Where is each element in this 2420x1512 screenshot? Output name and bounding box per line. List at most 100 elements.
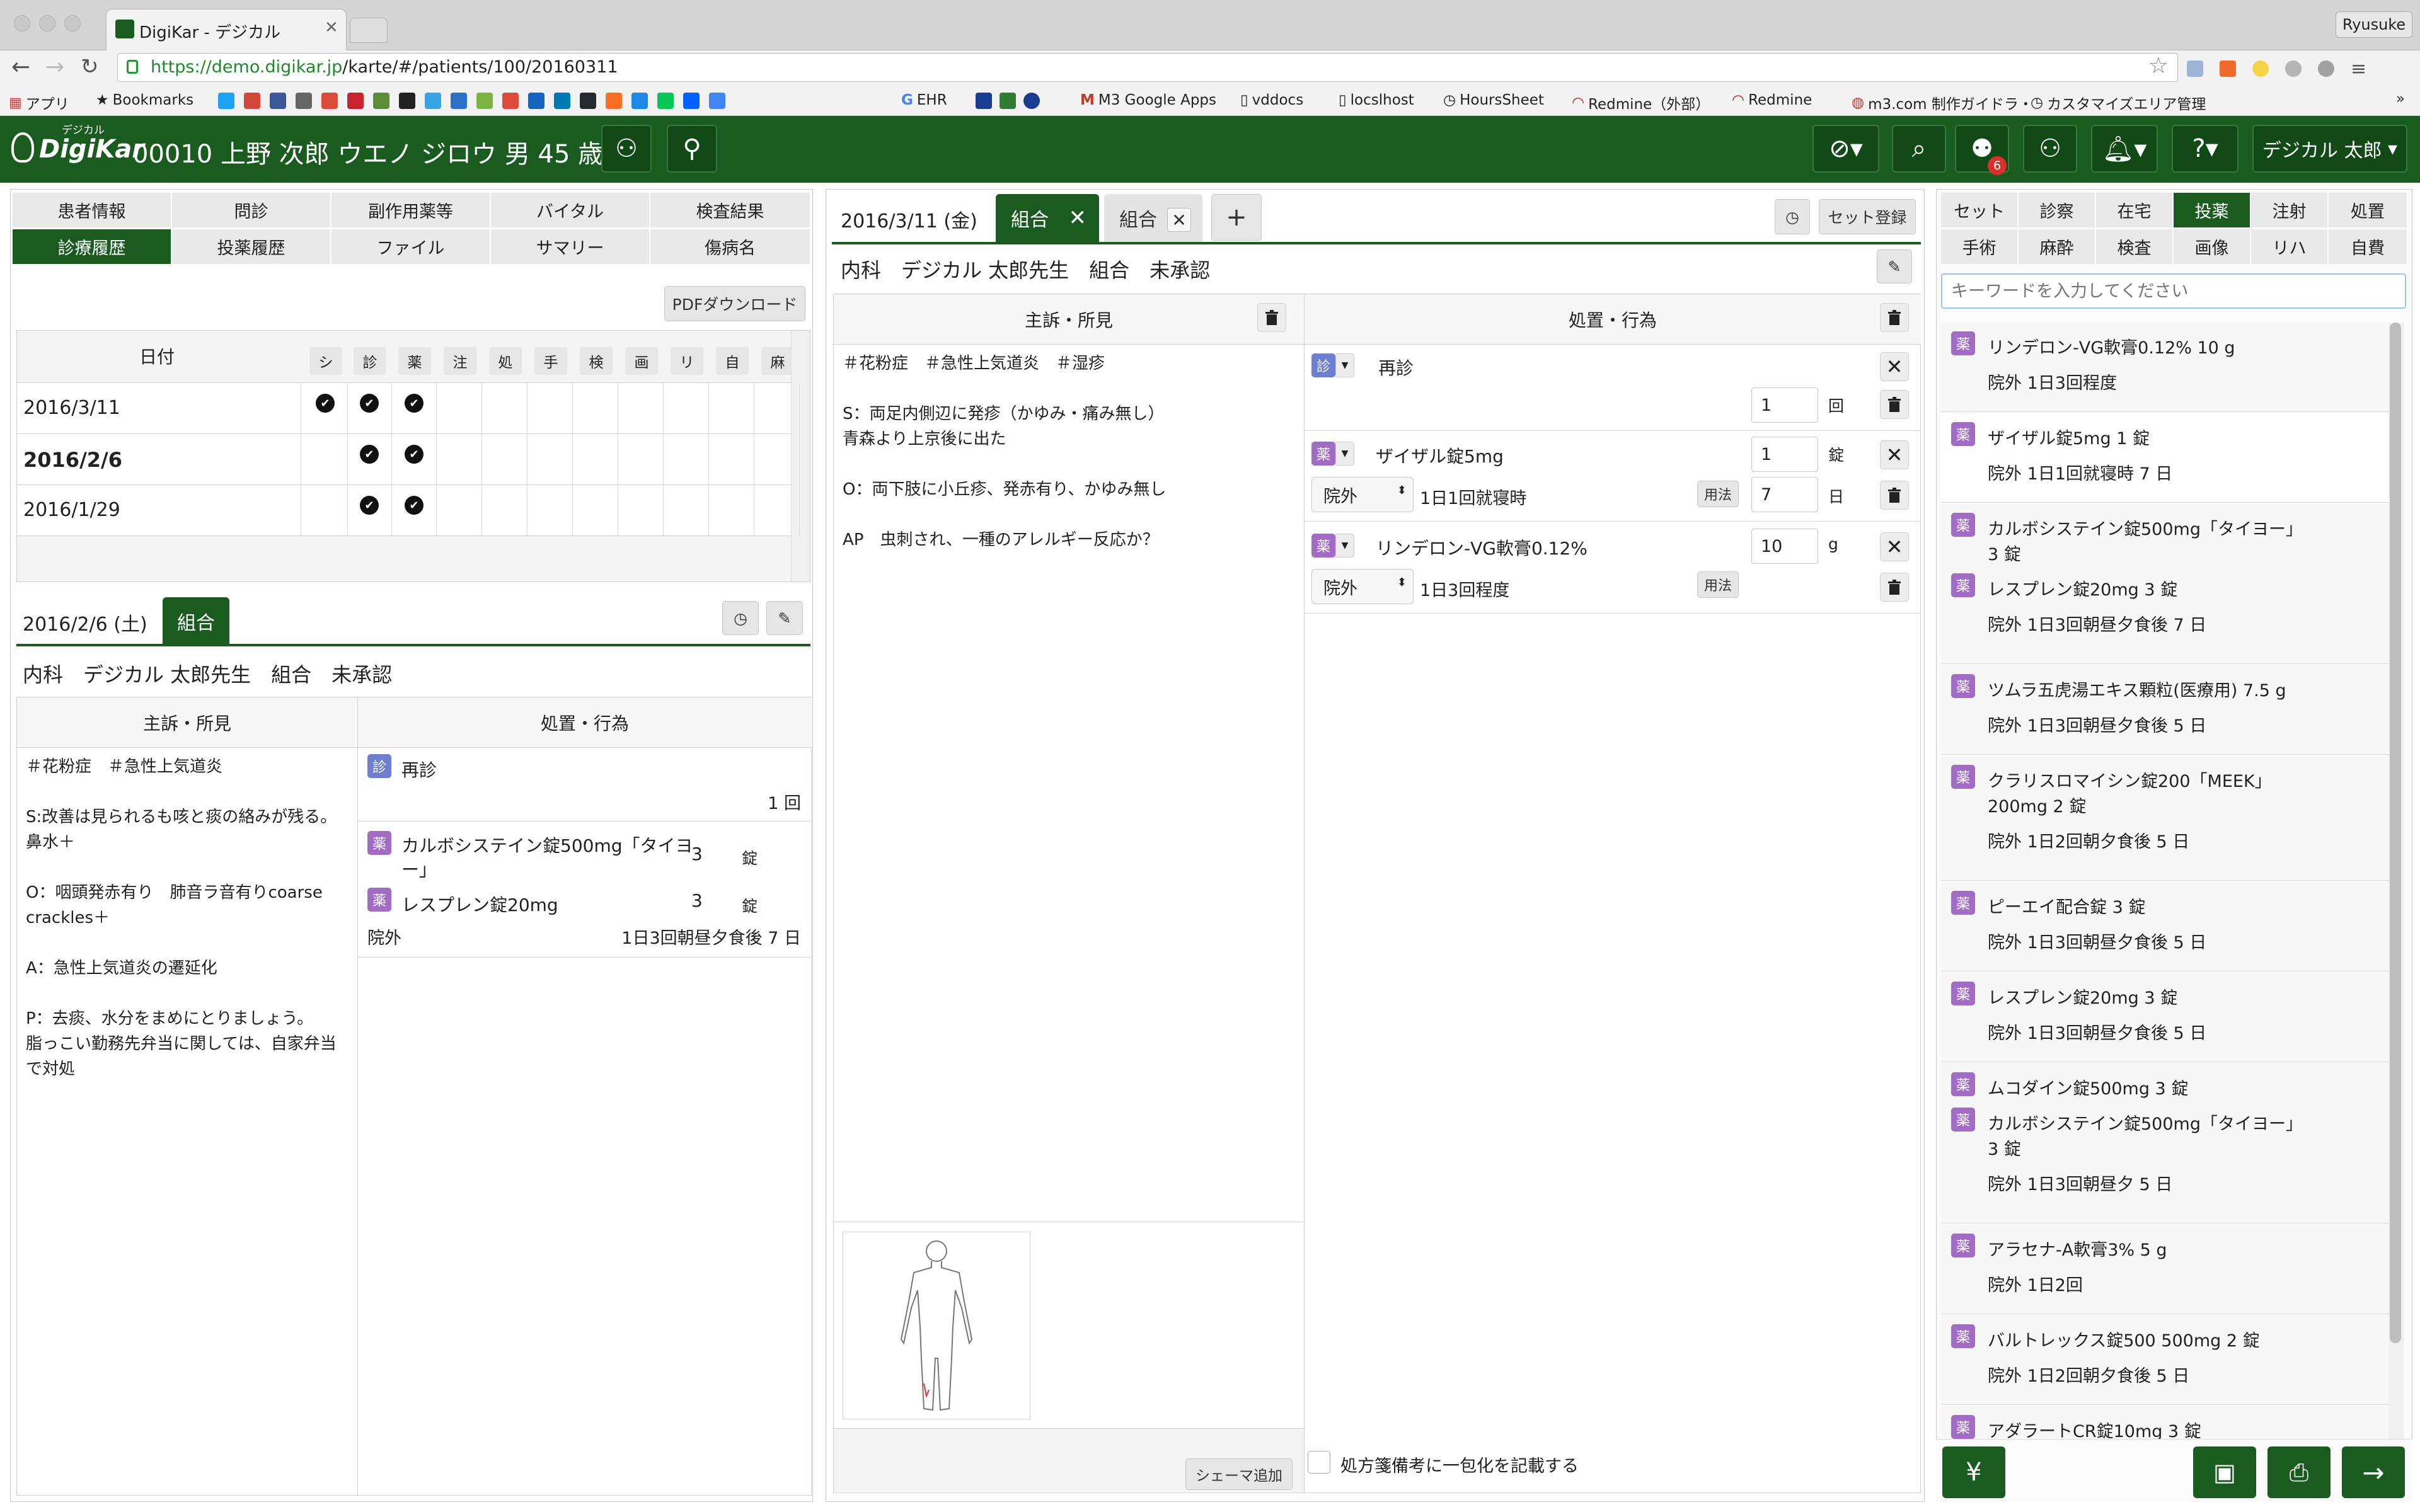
tab-set[interactable]: セット bbox=[1941, 193, 2018, 228]
set-list-item[interactable]: 薬ツムラ五虎湯エキス顆粒(医療用) 7.5 g 院外 1日3回朝昼夕食後 5 日 bbox=[1941, 665, 2388, 755]
tab-kumiai-active[interactable]: 組合 ✕ bbox=[996, 194, 1099, 242]
favicon[interactable] bbox=[1000, 93, 1016, 109]
favicon[interactable] bbox=[528, 93, 544, 109]
tab-exam[interactable]: 診察 bbox=[2019, 193, 2095, 228]
set-list-item[interactable]: 薬バルトレックス錠500 500mg 2 錠院外 1日2回朝夕食後 5 日 bbox=[1941, 1315, 2388, 1405]
favicon[interactable] bbox=[631, 93, 648, 109]
favicon[interactable] bbox=[296, 93, 312, 109]
remove-order-button[interactable]: ✕ bbox=[1880, 352, 1909, 381]
tab-imaging[interactable]: 画像 bbox=[2174, 229, 2250, 265]
usage-button[interactable]: 用法 bbox=[1697, 571, 1739, 598]
users-button[interactable]: ⚉ 6 bbox=[1955, 125, 2009, 175]
remove-order-button[interactable]: ✕ bbox=[1880, 440, 1909, 469]
patient-card-button[interactable]: ⚲ bbox=[667, 125, 717, 173]
table-row[interactable]: 2016/3/11 bbox=[17, 383, 791, 433]
favicon[interactable] bbox=[451, 93, 467, 109]
unit-dose-checkbox[interactable] bbox=[1308, 1451, 1330, 1474]
tab-self-pay[interactable]: 自費 bbox=[2329, 229, 2407, 265]
set-list-item[interactable]: 薬カルボシステイン錠500mg「タイヨー」 3 錠薬レスプレン錠20mg 3 錠院… bbox=[1941, 504, 2388, 664]
set-list-item[interactable]: 薬ピーエイ配合錠 3 錠院外 1日3回朝昼夕食後 5 日 bbox=[1941, 882, 2388, 971]
keyword-search-input[interactable] bbox=[1941, 273, 2406, 309]
menu-icon[interactable]: ≡ bbox=[2351, 58, 2366, 80]
table-row[interactable]: 2016/1/29 bbox=[17, 485, 791, 536]
bookmark-localhost[interactable]: ▯ locslhost bbox=[1339, 92, 1414, 108]
set-list-item[interactable]: 薬レスプレン錠20mg 3 錠院外 1日3回朝昼夕食後 5 日 bbox=[1941, 973, 2388, 1062]
favicon[interactable] bbox=[709, 93, 725, 109]
favicon[interactable] bbox=[399, 93, 415, 109]
bookmark-redmine-external[interactable]: ◠ Redmine（外部） bbox=[1572, 92, 1710, 113]
bookmark-apps[interactable]: ▦ アプリ bbox=[9, 92, 69, 113]
order-type-dropdown[interactable]: ▼ bbox=[1335, 442, 1354, 466]
profile-button[interactable]: Ryusuke bbox=[2336, 11, 2412, 38]
notifications-menu-button[interactable]: 🔔︎▾ bbox=[2091, 125, 2158, 173]
history-button[interactable]: ◷ bbox=[1775, 199, 1810, 234]
tab-rehab[interactable]: リハ bbox=[2251, 229, 2328, 265]
order-qty-input[interactable]: 1 bbox=[1751, 437, 1818, 472]
reception-button[interactable]: ⚇ bbox=[2023, 125, 2077, 173]
close-tab-icon[interactable]: ✕ bbox=[325, 18, 338, 37]
record-tab-kumiai[interactable]: 組合 bbox=[163, 597, 229, 645]
clear-findings-button[interactable] bbox=[1257, 303, 1286, 332]
back-icon[interactable]: ← bbox=[11, 54, 30, 80]
extension-icon[interactable] bbox=[2187, 60, 2203, 77]
extension-icon[interactable] bbox=[2318, 60, 2334, 77]
tab-summary[interactable]: サマリー bbox=[491, 229, 650, 265]
address-bar[interactable]: https://demo.digikar.jp/karte/#/patients… bbox=[117, 53, 2178, 82]
billing-button[interactable]: ¥ bbox=[1942, 1446, 2005, 1498]
list-scrollbar[interactable] bbox=[2387, 323, 2404, 1444]
order-qty-input[interactable]: 1 bbox=[1751, 387, 1818, 423]
order-type-dropdown[interactable]: ▼ bbox=[1335, 534, 1354, 558]
bookmark-ehr[interactable]: G EHR bbox=[901, 92, 947, 108]
browser-tab-digikar[interactable]: DigiKar - デジカル ✕ bbox=[106, 9, 347, 50]
maximize-window-button[interactable] bbox=[64, 15, 81, 32]
tab-kumiai[interactable]: 組合 ✕ bbox=[1104, 194, 1202, 242]
close-tab-icon[interactable]: ✕ bbox=[1167, 208, 1191, 232]
extension-icon[interactable] bbox=[2252, 60, 2269, 77]
order-type-dropdown[interactable]: ▼ bbox=[1335, 353, 1354, 377]
tab-injection[interactable]: 注射 bbox=[2251, 193, 2328, 228]
usage-button[interactable]: 用法 bbox=[1697, 481, 1739, 507]
history-button[interactable]: ◷ bbox=[722, 601, 759, 635]
set-list-item[interactable]: 薬ムコダイン錠500mg 3 錠薬カルボシステイン錠500mg「タイヨー」 3 錠… bbox=[1941, 1063, 2388, 1223]
delete-order-button[interactable] bbox=[1880, 573, 1909, 602]
help-menu-button[interactable]: ?▾ bbox=[2172, 125, 2238, 173]
favicon[interactable] bbox=[476, 93, 493, 109]
remove-order-button[interactable]: ✕ bbox=[1880, 532, 1909, 561]
extension-icon[interactable] bbox=[2285, 60, 2302, 77]
tab-medication-history[interactable]: 投薬履歴 bbox=[172, 229, 331, 265]
links-menu-button[interactable]: ⊘▾ bbox=[1812, 125, 1879, 173]
favicon[interactable] bbox=[606, 93, 622, 109]
tab-patient-info[interactable]: 患者情報 bbox=[13, 193, 171, 228]
favicon[interactable] bbox=[425, 93, 441, 109]
bookmark-vddocs[interactable]: ▯ vddocs bbox=[1240, 92, 1303, 108]
star-icon[interactable]: ☆ bbox=[2148, 52, 2169, 80]
delete-order-button[interactable] bbox=[1880, 481, 1909, 510]
tab-treatment[interactable]: 処置 bbox=[2329, 193, 2407, 228]
table-scrollbar[interactable] bbox=[791, 331, 810, 581]
edit-button[interactable]: ✎ bbox=[766, 601, 803, 635]
body-schema-image[interactable] bbox=[843, 1232, 1030, 1419]
place-select[interactable]: 院外 ⬍ bbox=[1311, 569, 1414, 604]
next-button[interactable]: → bbox=[2342, 1446, 2405, 1498]
scrollbar-thumb[interactable] bbox=[2390, 323, 2401, 1343]
bookmark-m3-google-apps[interactable]: M M3 Google Apps bbox=[1080, 92, 1216, 108]
tab-visit-history[interactable]: 診療履歴 bbox=[13, 229, 171, 265]
findings-textarea[interactable]: ＃花粉症 ＃急性上気道炎 ＃湿疹 S：両足内側辺に発疹（かゆみ・痛み無し） 青森より… bbox=[843, 351, 1296, 553]
favicon[interactable] bbox=[502, 93, 519, 109]
reload-icon[interactable]: ↻ bbox=[81, 54, 99, 79]
favicon[interactable] bbox=[218, 93, 234, 109]
favicon[interactable] bbox=[373, 93, 389, 109]
tab-side-effects[interactable]: 副作用薬等 bbox=[331, 193, 490, 228]
favicon[interactable] bbox=[321, 93, 338, 109]
new-tab-button[interactable] bbox=[350, 18, 388, 43]
bookmark-bookmarks[interactable]: ★ Bookmarks bbox=[96, 92, 193, 108]
more-bookmarks-icon[interactable]: » bbox=[2396, 91, 2405, 107]
extension-icon[interactable] bbox=[2220, 60, 2236, 77]
add-record-button[interactable]: + bbox=[1211, 194, 1262, 241]
favicon[interactable] bbox=[976, 93, 992, 109]
favicon[interactable] bbox=[1023, 93, 1040, 109]
bookmark-customize[interactable]: ◷ カスタマイズエリア管理 bbox=[2031, 92, 2206, 113]
place-select[interactable]: 院外 ⬍ bbox=[1311, 477, 1414, 512]
tab-home[interactable]: 在宅 bbox=[2096, 193, 2173, 228]
favicon[interactable] bbox=[657, 93, 674, 109]
